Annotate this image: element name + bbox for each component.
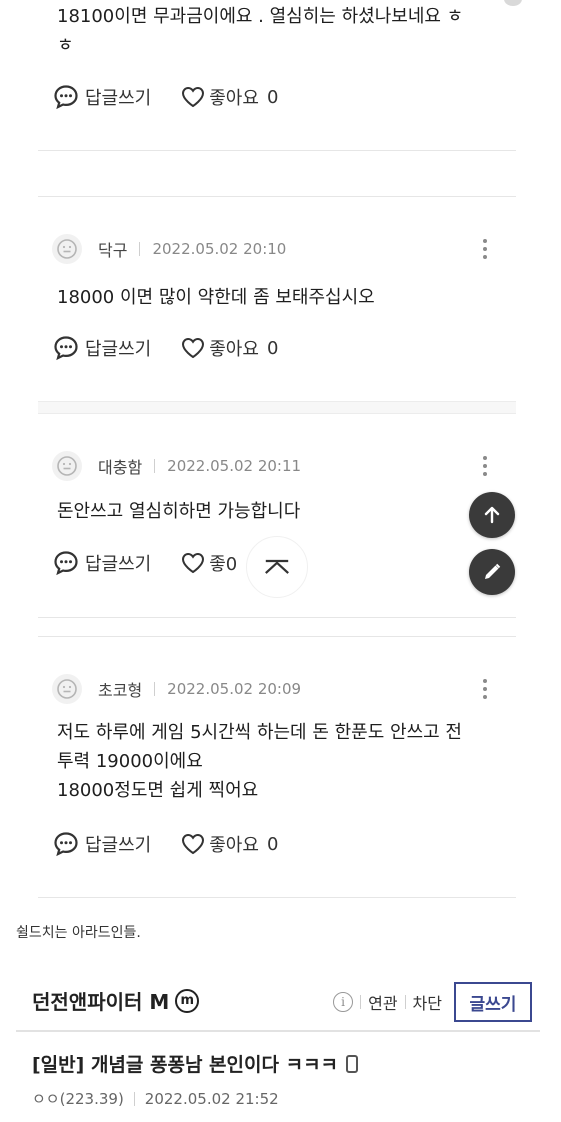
separator	[139, 242, 141, 256]
reply-button[interactable]: 답글쓰기	[53, 84, 151, 110]
write-post-button[interactable]: 글쓰기	[454, 982, 532, 1022]
divider	[38, 617, 516, 618]
like-count: 0	[266, 86, 279, 108]
comment-text-line: 저도 하루에 게임 5시간씩 하는데 돈 한푼도 안쓰고 전	[57, 722, 462, 743]
go-top-fab[interactable]	[469, 492, 515, 538]
smiley-face-icon	[57, 679, 77, 699]
reply-label: 답글쓰기	[85, 339, 152, 360]
divider	[38, 401, 516, 414]
comment-header: 초코형 2022.05.02 20:09	[52, 674, 301, 704]
speech-bubble-icon	[54, 551, 78, 576]
comment-header: 닥구 2022.05.02 20:10	[52, 234, 286, 264]
chevron-up-icon	[265, 559, 289, 574]
separator	[404, 995, 406, 1009]
divider	[38, 897, 516, 898]
reply-button[interactable]: 답글쓰기	[53, 831, 151, 857]
separator	[154, 459, 156, 473]
divider	[38, 150, 516, 151]
comment-text-line: 돈안쓰고 열심히하면 가능합니다	[57, 501, 301, 522]
comment-author[interactable]: 대충함	[98, 454, 142, 478]
avatar	[52, 451, 82, 481]
heart-icon	[182, 86, 205, 108]
like-button[interactable]: 좋아요 0	[181, 335, 278, 361]
speech-bubble-icon	[54, 85, 78, 110]
like-count: 0	[266, 833, 279, 855]
like-button[interactable]: 좋아요 0	[181, 831, 278, 857]
comment-actions: 답글쓰기 좋0	[53, 548, 237, 578]
gallery-title[interactable]: 던전앤파이터 M m	[32, 986, 200, 1015]
like-label-truncated: 좋0	[209, 554, 238, 575]
comment-body: 18000 이면 많이 약한데 좀 보태주십시오	[57, 283, 375, 312]
separator	[133, 1091, 135, 1106]
more-options-icon[interactable]	[478, 453, 492, 479]
like-label: 좋아요	[209, 339, 259, 360]
comment-body: 돈안쓰고 열심히하면 가능합니다	[57, 497, 300, 526]
avatar	[52, 234, 82, 264]
comment-author[interactable]: 닥구	[98, 237, 127, 261]
like-button[interactable]: 좋아요 0	[181, 84, 278, 110]
post-title[interactable]: [일반] 개념글 퐁퐁남 본인이다 ㅋㅋㅋ	[32, 1050, 359, 1077]
speech-bubble-icon	[54, 832, 78, 857]
comment-text-line: 투력 19000이에요	[57, 751, 203, 772]
smiley-face-icon	[57, 239, 77, 259]
like-button[interactable]: 좋0	[181, 550, 237, 576]
comment-text-line: 18000정도면 쉽게 찍어요	[57, 780, 259, 801]
divider	[38, 636, 516, 637]
info-icon[interactable]: i	[333, 992, 354, 1012]
minor-gallery-badge: m	[175, 988, 200, 1013]
like-label: 좋아요	[209, 835, 259, 856]
reply-label: 답글쓰기	[85, 88, 152, 109]
avatar	[52, 674, 82, 704]
more-options-icon[interactable]	[478, 676, 492, 702]
comment-header: 대충함 2022.05.02 20:11	[52, 451, 301, 481]
write-comment-fab[interactable]	[469, 549, 515, 595]
post-meta: ㅇㅇ(223.39) 2022.05.02 21:52	[32, 1088, 279, 1109]
arrow-up-icon	[484, 506, 500, 524]
comment-text-line: ㅎ	[57, 35, 74, 56]
divider	[38, 196, 516, 197]
gallery-actions: i 연관 차단 글쓰기	[333, 982, 532, 1022]
comment-date: 2022.05.02 20:11	[167, 457, 302, 475]
mobile-phone-icon	[346, 1054, 359, 1073]
comment-author[interactable]: 초코형	[98, 677, 142, 701]
more-options-icon[interactable]	[478, 236, 492, 262]
comment-text-line: 18000 이면 많이 약한데 좀 보태주십시오	[57, 287, 375, 308]
post-title-text: [일반] 개념글 퐁퐁남 본인이다 ㅋㅋㅋ	[32, 1054, 339, 1076]
post-date: 2022.05.02 21:52	[144, 1089, 279, 1108]
comment-date: 2022.05.02 20:10	[152, 240, 287, 258]
heart-icon	[182, 337, 205, 359]
reply-button[interactable]: 답글쓰기	[53, 335, 151, 361]
reply-label: 답글쓰기	[85, 554, 152, 575]
image-caption: 쉴드치는 아라드인들.	[16, 925, 141, 941]
pencil-icon	[485, 563, 501, 579]
reply-label: 답글쓰기	[85, 835, 152, 856]
post-author[interactable]: ㅇㅇ(223.39)	[32, 1088, 124, 1109]
related-link[interactable]: 연관	[368, 990, 397, 1014]
heart-icon	[182, 552, 205, 574]
separator	[360, 995, 362, 1009]
scroll-indicator	[504, 0, 522, 6]
heart-icon	[182, 833, 205, 855]
comment-body: 저도 하루에 게임 5시간씩 하는데 돈 한푼도 안쓰고 전 투력 19000이…	[57, 718, 462, 805]
speech-bubble-icon	[54, 336, 78, 361]
like-count: 0	[266, 337, 279, 359]
comment-actions: 답글쓰기 좋아요 0	[53, 829, 278, 859]
smiley-face-icon	[57, 456, 77, 476]
comment-actions: 답글쓰기 좋아요 0	[53, 333, 278, 363]
gallery-header: 던전앤파이터 M m i 연관 차단 글쓰기	[16, 972, 540, 1032]
gallery-name: 던전앤파이터 M	[32, 990, 170, 1014]
block-link[interactable]: 차단	[413, 990, 442, 1014]
separator	[154, 682, 156, 696]
comment-text-line: 18100이면 무과금이에요 . 열심히는 하셨나보네요 ㅎ	[57, 6, 464, 27]
like-label: 좋아요	[209, 88, 259, 109]
scroll-to-top-button[interactable]	[246, 536, 308, 598]
comment-date: 2022.05.02 20:09	[167, 680, 302, 698]
reply-button[interactable]: 답글쓰기	[53, 550, 151, 576]
comment-actions: 답글쓰기 좋아요 0	[53, 82, 278, 112]
